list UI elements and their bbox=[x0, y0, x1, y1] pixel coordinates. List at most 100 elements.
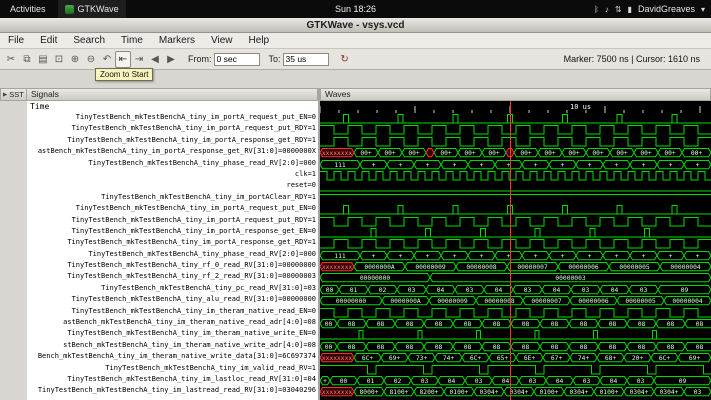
cut-trace-icon[interactable]: ✂ bbox=[3, 51, 19, 68]
signal-row[interactable]: TinyTestBench_mkTestBenchA_tiny_rf_0_rea… bbox=[27, 261, 318, 273]
activities-button[interactable]: Activities bbox=[6, 4, 50, 14]
zoom-in-icon[interactable]: ⊕ bbox=[67, 51, 83, 68]
wave-row[interactable]: xxxxxxxx 6C+ 69+ 73+ 74+ 6C+ 65+ 6E+ 67+ 74+ 68+ 20… bbox=[320, 352, 711, 363]
menu-markers[interactable]: Markers bbox=[151, 33, 203, 48]
svg-text:67+: 67+ bbox=[551, 355, 563, 362]
signal-row[interactable]: TinyTestBench_mkTestBenchA_tiny_im_portA… bbox=[27, 124, 318, 136]
wave-row[interactable] bbox=[320, 124, 711, 135]
signal-row[interactable]: TinyTestBench_mkTestBenchA_tiny_im_thera… bbox=[27, 329, 318, 341]
wave-row[interactable] bbox=[320, 193, 711, 204]
gtkwave-app-icon bbox=[64, 4, 74, 14]
signal-row[interactable]: TinyTestBench_mkTestBenchA_tiny_im_lastr… bbox=[27, 386, 318, 398]
signal-row[interactable]: TinyTestBench_mkTestBenchA_tiny_im_valid… bbox=[27, 363, 318, 375]
wave-row[interactable]: xxxxxxxx 00+ 00+ 00+ 00+ 00+ 00+ 00+ 00+ 00+ 00+ 00… bbox=[320, 147, 711, 158]
zoom-undo-icon[interactable]: ↶ bbox=[99, 51, 115, 68]
svg-text:03: 03 bbox=[529, 378, 537, 385]
svg-text:68+: 68+ bbox=[605, 355, 617, 362]
wave-row[interactable]: xxxxxxxx 8000+ 8100+ 8200+ 0100+ 0304+ 0304+ 01… bbox=[320, 386, 711, 397]
zoom-to-end-icon[interactable]: ⇥ bbox=[131, 51, 147, 68]
svg-text:04: 04 bbox=[610, 378, 618, 385]
shift-right-icon[interactable]: ▶ bbox=[163, 51, 179, 68]
app-indicator[interactable]: GTKWave bbox=[57, 0, 126, 18]
signal-name-label: clk=1 bbox=[294, 169, 316, 178]
chevron-down-icon: ▾ bbox=[700, 4, 705, 14]
user-menu[interactable]: DavidGreaves bbox=[638, 4, 695, 14]
svg-text:+: + bbox=[669, 253, 673, 260]
menu-search[interactable]: Search bbox=[65, 33, 113, 48]
sst-expander[interactable]: ▶ SST bbox=[0, 88, 27, 101]
network-icon[interactable]: ⇅ bbox=[615, 5, 622, 14]
window-titlebar[interactable]: GTKWave - vsys.vcd bbox=[0, 18, 711, 33]
wave-row[interactable]: 00 08 08 08 08 08 08 08 08 08 08 08 08 08 bbox=[320, 318, 711, 329]
wave-row[interactable]: 111 + + + + + + + + + + + + + bbox=[320, 250, 711, 261]
signal-name-label: TinyTestBench_mkTestBenchA_tiny_im_portA… bbox=[67, 238, 316, 247]
menu-time[interactable]: Time bbox=[113, 33, 151, 48]
signal-row[interactable]: TinyTestBench_mkTestBenchA_tiny_im_portA… bbox=[27, 238, 318, 250]
copy-trace-icon[interactable]: ⧉ bbox=[19, 51, 35, 68]
wave-row[interactable]: +00 01 02 03 04 03 04 03 04 03 04 03 09 bbox=[320, 375, 711, 386]
menu-edit[interactable]: Edit bbox=[32, 33, 65, 48]
menu-file[interactable]: File bbox=[0, 33, 32, 48]
wave-row[interactable] bbox=[320, 307, 711, 318]
zoom-to-start-icon[interactable]: ⇤ bbox=[115, 50, 131, 68]
wave-row[interactable] bbox=[320, 364, 711, 375]
wave-row[interactable]: 00 01 02 03 04 03 04 03 04 03 04 03 09 bbox=[320, 284, 711, 295]
zoom-fit-icon[interactable]: ⊡ bbox=[51, 51, 67, 68]
signal-name-label: TinyTestBench_mkTestBenchA_tiny_rf_0_rea… bbox=[67, 261, 316, 270]
signal-row[interactable]: astBench_mkTestBenchA_tiny_im_portA_resp… bbox=[27, 147, 318, 159]
signal-row[interactable]: astBench_mkTestBenchA_tiny_im_theram_nat… bbox=[27, 318, 318, 330]
signal-row[interactable]: TinyTestBench_mkTestBenchA_tiny_im_portA… bbox=[27, 204, 318, 216]
signal-row[interactable]: TinyTestBench_mkTestBenchA_tiny_im_portA… bbox=[27, 135, 318, 148]
bluetooth-icon[interactable]: ᛒ bbox=[594, 5, 599, 14]
to-input[interactable] bbox=[282, 52, 329, 66]
waves-header[interactable]: Waves bbox=[320, 88, 711, 101]
marker-cursor-line[interactable] bbox=[510, 101, 511, 400]
zoom-out-icon[interactable]: ⊖ bbox=[83, 51, 99, 68]
wave-row[interactable] bbox=[320, 113, 711, 124]
wave-row[interactable]: xxxxxxxx 0000000A 00000009 00000008 00000007… bbox=[320, 261, 711, 272]
signal-row[interactable]: stBench_mkTestBenchA_tiny_im_theram_nati… bbox=[27, 340, 318, 353]
wave-row[interactable] bbox=[320, 170, 711, 181]
signal-row[interactable]: reset=0 bbox=[27, 181, 318, 193]
signal-row[interactable]: TinyTestBench_mkTestBenchA_tiny_phase_re… bbox=[27, 249, 318, 262]
signal-row[interactable]: TinyTestBench_mkTestBenchA_tiny_im_portA… bbox=[27, 192, 318, 205]
svg-text:+: + bbox=[480, 253, 484, 260]
wave-row[interactable] bbox=[320, 204, 711, 215]
signal-row[interactable]: clk=1 bbox=[27, 169, 318, 182]
wave-row[interactable] bbox=[320, 238, 711, 249]
svg-text:03: 03 bbox=[524, 287, 532, 294]
wave-row[interactable] bbox=[320, 227, 711, 238]
battery-icon[interactable]: ▮ bbox=[628, 5, 632, 14]
reload-icon[interactable]: ↻ bbox=[337, 51, 353, 68]
wave-row[interactable]: 00000000 00000003 bbox=[320, 272, 711, 283]
wave-row[interactable]: 111 + + + + + + + + + + + + + bbox=[320, 159, 711, 170]
signal-row[interactable]: TinyTestBench_mkTestBenchA_tiny_rf_2_rea… bbox=[27, 272, 318, 284]
svg-text:00000005: 00000005 bbox=[619, 264, 650, 271]
signal-row[interactable]: TinyTestBench_mkTestBenchA_tiny_im_thera… bbox=[27, 306, 318, 319]
wave-row[interactable] bbox=[320, 181, 711, 192]
from-input[interactable] bbox=[213, 52, 260, 66]
signal-row[interactable]: TinyTestBench_mkTestBenchA_tiny_im_portA… bbox=[27, 215, 318, 227]
wave-row[interactable]: 00000000 0000000A 00000009 00000008 00000007… bbox=[320, 295, 711, 306]
volume-icon[interactable]: ♪ bbox=[605, 5, 609, 14]
wave-canvas[interactable]: 10 us xxxxxxxx 00+ 00+ 00+ 00+ 00+ 00+ 00+ 00+ 00… bbox=[320, 101, 711, 400]
clock[interactable]: Sun 18:26 bbox=[335, 4, 376, 14]
signal-row[interactable]: TinyTestBench_mkTestBenchA_tiny_im_lastl… bbox=[27, 374, 318, 387]
signal-row[interactable]: TinyTestBench_mkTestBenchA_tiny_pc_read_… bbox=[27, 283, 318, 296]
wave-row[interactable] bbox=[320, 329, 711, 340]
signal-row[interactable]: TinyTestBench_mkTestBenchA_tiny_phase_re… bbox=[27, 158, 318, 170]
svg-text:08: 08 bbox=[551, 321, 559, 328]
paste-trace-icon[interactable]: ▤ bbox=[35, 51, 51, 68]
signal-row[interactable]: TinyTestBench_mkTestBenchA_tiny_im_portA… bbox=[27, 113, 318, 125]
shift-left-icon[interactable]: ◀ bbox=[147, 51, 163, 68]
svg-text:03: 03 bbox=[408, 287, 416, 294]
signal-row[interactable]: Bench_mkTestBenchA_tiny_im_theram_native… bbox=[27, 352, 318, 364]
wave-row[interactable]: 00 08 08 08 08 08 08 08 08 08 08 08 08 08 bbox=[320, 341, 711, 352]
wave-row[interactable] bbox=[320, 136, 711, 147]
menu-view[interactable]: View bbox=[203, 33, 241, 48]
wave-row[interactable] bbox=[320, 216, 711, 227]
signal-row[interactable]: TinyTestBench_mkTestBenchA_tiny_alu_read… bbox=[27, 295, 318, 307]
signal-row[interactable]: TinyTestBench_mkTestBenchA_tiny_im_portA… bbox=[27, 226, 318, 239]
menu-help[interactable]: Help bbox=[241, 33, 278, 48]
signals-header[interactable]: Signals bbox=[27, 88, 318, 101]
